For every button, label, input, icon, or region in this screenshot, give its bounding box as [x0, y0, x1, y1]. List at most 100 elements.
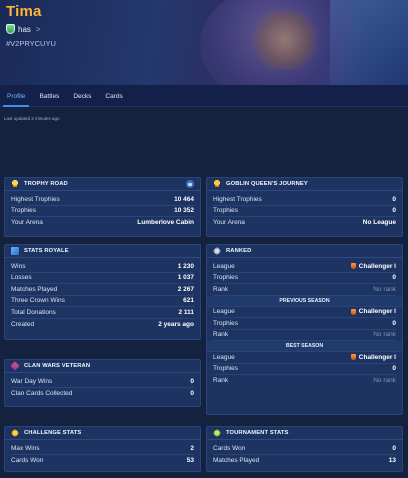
stat-label: Trophies: [11, 207, 37, 215]
stat-row: Three Crown Wins 621: [11, 296, 194, 307]
stat-value: 0: [392, 195, 396, 203]
ranked-icon: [213, 247, 221, 255]
stat-value: 13: [388, 456, 396, 464]
stat-value: 1 230: [177, 262, 194, 270]
league-value: Challenger I: [350, 353, 396, 361]
stat-label: Rank: [213, 331, 229, 339]
trophy-road-card: TROPHY ROAD Highest Trophies 10 464 Troph…: [4, 177, 201, 237]
stat-label: Matches Played: [11, 285, 58, 293]
stat-row: League Challenger I: [213, 261, 396, 273]
card-header: CHALLENGE STATS: [5, 427, 200, 440]
clan-link[interactable]: has >: [6, 24, 41, 34]
profile-banner: Tima has > #V2PRYCUYU: [0, 0, 408, 85]
stat-value: 0: [392, 444, 396, 452]
challenge-icon: [11, 429, 19, 437]
stat-value: 1 037: [177, 274, 194, 282]
stat-row: Cards Won 53: [11, 455, 194, 467]
card-header: TROPHY ROAD: [5, 178, 200, 191]
profile-tabs: Profile Battles Decks Cards: [0, 85, 408, 107]
stat-value: 2 111: [178, 308, 194, 316]
chest-icon[interactable]: [186, 180, 194, 188]
stat-value: 10 464: [174, 195, 194, 203]
stat-value: 621: [183, 297, 194, 305]
tab-cards[interactable]: Cards: [98, 85, 129, 106]
tab-battles[interactable]: Battles: [32, 85, 66, 106]
card-header: TOURNAMENT STATS: [207, 427, 402, 440]
stat-label: Your Arena: [213, 219, 245, 227]
stat-row: Losses 1 037: [11, 273, 194, 284]
previous-season-heading: PREVIOUS SEASON: [207, 295, 402, 307]
stat-value: 10 352: [174, 207, 194, 215]
stat-label: League: [213, 353, 235, 361]
clan-wars-icon: [10, 361, 20, 371]
stat-row: Max Wins 2: [11, 443, 194, 455]
chevron-right-icon: >: [35, 24, 41, 34]
league-icon: [350, 263, 356, 270]
league-name: Challenger I: [358, 262, 396, 270]
stat-row: Matches Played 2 267: [11, 284, 194, 296]
stat-row: Trophies 0: [213, 273, 396, 284]
stat-value: 0: [392, 319, 396, 327]
stat-value: No rank: [373, 331, 396, 339]
goblin-crown-icon: [213, 180, 221, 188]
stat-row: Trophies 10 352: [11, 206, 194, 217]
stat-value: 2: [190, 444, 194, 452]
league-name: Challenger I: [358, 308, 396, 316]
stat-row: Matches Played 13: [213, 455, 396, 467]
stat-row: War Day Wins 0: [11, 376, 194, 388]
stat-label: Total Donations: [11, 308, 56, 316]
card-header: CLAN WARS VETERAN: [5, 360, 200, 373]
stat-row: Rank No rank: [213, 330, 396, 341]
card-title: TROPHY ROAD: [24, 181, 68, 187]
stat-row: Rank No rank: [213, 284, 396, 296]
stat-value: 0: [190, 377, 194, 385]
stat-label: Rank: [213, 285, 229, 293]
banner-art-glow: [330, 0, 408, 85]
stats-royale-card: STATS ROYALE Wins 1 230 Losses 1 037 Match…: [4, 244, 201, 340]
stat-label: Three Crown Wins: [11, 297, 65, 305]
stat-label: Trophies: [213, 365, 239, 373]
stat-label: Trophies: [213, 207, 239, 215]
stat-row: Highest Trophies 10 464: [11, 194, 194, 206]
card-header: RANKED: [207, 245, 402, 258]
player-tag: #V2PRYCUYU: [6, 39, 56, 48]
tournament-icon: [213, 429, 221, 437]
trophy-icon: [11, 180, 19, 188]
tab-profile[interactable]: Profile: [0, 85, 32, 107]
league-icon: [350, 354, 356, 361]
league-value: Challenger I: [350, 308, 396, 316]
banner-art-highlight: [250, 10, 320, 70]
stat-row: League Challenger I: [213, 307, 396, 318]
stat-row: Your Arena Lumberlove Cabin: [11, 217, 194, 229]
clan-badge-icon: [6, 24, 15, 34]
stat-label: Clan Cards Collected: [11, 389, 73, 397]
stat-label: Max Wins: [11, 444, 40, 452]
tab-decks[interactable]: Decks: [66, 85, 98, 106]
stat-row: Clan Cards Collected 0: [11, 388, 194, 400]
stat-label: Created: [11, 320, 35, 328]
stat-row: League Challenger I: [213, 352, 396, 364]
stat-label: Wins: [11, 262, 26, 270]
card-title: GOBLIN QUEEN'S JOURNEY: [226, 181, 308, 187]
clan-name: has: [18, 24, 31, 34]
stat-label: Highest Trophies: [213, 195, 262, 203]
stat-value: 0: [392, 365, 396, 373]
stat-label: Trophies: [213, 319, 239, 327]
goblin-queen-card: GOBLIN QUEEN'S JOURNEY Highest Trophies 0…: [206, 177, 403, 237]
league-name: Challenger I: [358, 353, 396, 361]
stat-label: Matches Played: [213, 456, 260, 464]
stat-value: 0: [392, 207, 396, 215]
card-title: TOURNAMENT STATS: [226, 430, 289, 436]
stat-row: Rank No rank: [213, 375, 396, 387]
clan-wars-card: CLAN WARS VETERAN War Day Wins 0 Clan Car…: [4, 359, 201, 407]
stat-row: Created 2 years ago: [11, 319, 194, 331]
stat-row: Wins 1 230: [11, 261, 194, 273]
card-title: RANKED: [226, 248, 252, 254]
stat-row: Trophies 0: [213, 206, 396, 217]
card-title: CHALLENGE STATS: [24, 430, 82, 436]
last-updated-text: Last updated 2 minutes ago: [4, 116, 60, 121]
stats-icon: [11, 247, 19, 255]
challenge-stats-card: CHALLENGE STATS Max Wins 2 Cards Won 53: [4, 426, 201, 472]
stat-value: No rank: [373, 285, 396, 293]
stat-row: Highest Trophies 0: [213, 194, 396, 206]
